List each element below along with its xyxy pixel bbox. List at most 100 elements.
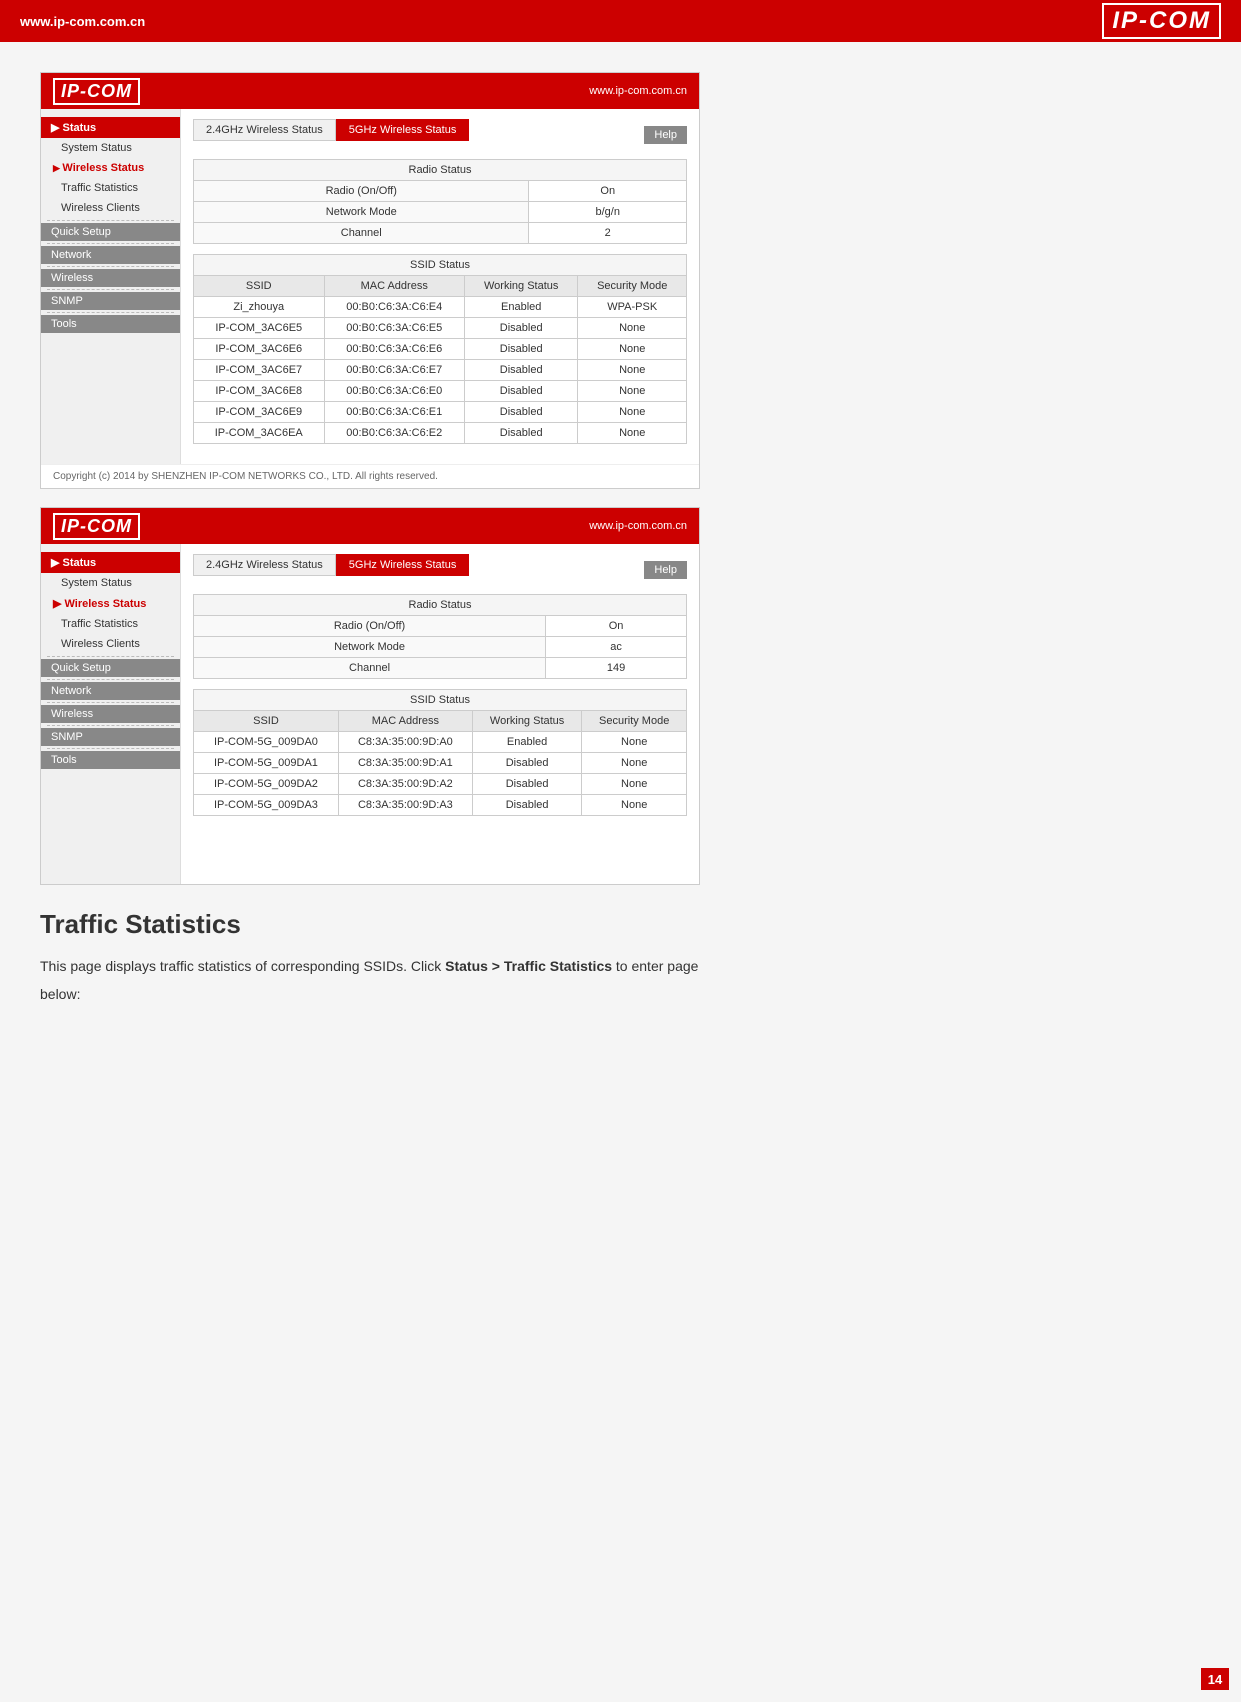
panel-header-1: IP-COM www.ip-com.com.cn [41, 73, 699, 109]
header-url: www.ip-com.com.cn [20, 14, 145, 29]
sidebar-wireless-clients-2[interactable]: Wireless Clients [41, 634, 180, 654]
sidebar-status-2[interactable]: ▶ Status [41, 552, 180, 573]
sidebar-network-2[interactable]: Network [41, 682, 180, 700]
sidebar-2: ▶ Status System Status ▶ Wireless Status… [41, 544, 181, 884]
panel-body-1: ▶ Status System Status Wireless Status T… [41, 109, 699, 464]
channel-value-1: 2 [529, 223, 687, 244]
sidebar-status-1[interactable]: ▶ Status [41, 117, 180, 138]
sidebar-wireless-status-1[interactable]: Wireless Status [41, 158, 180, 178]
sidebar-network-1[interactable]: Network [41, 246, 180, 264]
table-row: IP-COM_3AC6EA 00:B0:C6:3A:C6:E2 Disabled… [194, 423, 687, 444]
sidebar-divider-2c [47, 702, 174, 703]
sidebar-traffic-stats-1[interactable]: Traffic Statistics [41, 178, 180, 198]
page-description: This page displays traffic statistics of… [40, 952, 700, 1008]
sidebar-divider-1e [47, 312, 174, 313]
table-row: IP-COM_3AC6E5 00:B0:C6:3A:C6:E5 Disabled… [194, 318, 687, 339]
sidebar-snmp-2[interactable]: SNMP [41, 728, 180, 746]
desc-text-1: This page displays traffic statistics of… [40, 958, 445, 974]
panel-main-2: 2.4GHz Wireless Status 5GHz Wireless Sta… [181, 544, 699, 884]
sidebar-divider-2b [47, 679, 174, 680]
channel-value-2: 149 [546, 658, 687, 679]
security-col-header-2: Security Mode [582, 711, 687, 732]
radio-onoff-label-2: Radio (On/Off) [194, 616, 546, 637]
table-row: IP-COM_3AC6E7 00:B0:C6:3A:C6:E7 Disabled… [194, 360, 687, 381]
radio-onoff-value-1: On [529, 181, 687, 202]
sidebar-divider-2a [47, 656, 174, 657]
table-row: IP-COM-5G_009DA2 C8:3A:35:00:9D:A2 Disab… [194, 774, 687, 795]
channel-label-2: Channel [194, 658, 546, 679]
help-button-1[interactable]: Help [644, 126, 687, 144]
sidebar-divider-1d [47, 289, 174, 290]
page-number: 14 [1201, 1668, 1229, 1690]
tab-5ghz-2[interactable]: 5GHz Wireless Status [336, 554, 470, 576]
sidebar-wireless-1[interactable]: Wireless [41, 269, 180, 287]
working-col-header-1: Working Status [464, 276, 578, 297]
network-mode-label-1: Network Mode [194, 202, 529, 223]
sidebar-divider-2d [47, 725, 174, 726]
table-row: IP-COM-5G_009DA1 C8:3A:35:00:9D:A1 Disab… [194, 753, 687, 774]
ssid-status-table-2: SSID Status SSID MAC Address Working Sta… [193, 689, 687, 816]
copyright-1: Copyright (c) 2014 by SHENZHEN IP-COM NE… [41, 464, 699, 488]
page-section-title: Traffic Statistics [40, 909, 1201, 940]
sidebar-traffic-stats-2[interactable]: Traffic Statistics [41, 614, 180, 634]
router-panel-2: IP-COM www.ip-com.com.cn ▶ Status System… [40, 507, 700, 885]
sidebar-system-status-1[interactable]: System Status [41, 138, 180, 158]
radio-status-title-2: Radio Status [194, 595, 687, 616]
ssid-col-header-2: SSID [194, 711, 339, 732]
radio-status-table-1: Radio Status Radio (On/Off) On Network M… [193, 159, 687, 244]
tab-24ghz-2[interactable]: 2.4GHz Wireless Status [193, 554, 336, 576]
sidebar-divider-1b [47, 243, 174, 244]
tab-5ghz-1[interactable]: 5GHz Wireless Status [336, 119, 470, 141]
panel-logo-2: IP-COM [53, 513, 140, 540]
ssid-status-table-1: SSID Status SSID MAC Address Working Sta… [193, 254, 687, 444]
table-row: IP-COM_3AC6E9 00:B0:C6:3A:C6:E1 Disabled… [194, 402, 687, 423]
ssid-status-title-2: SSID Status [194, 690, 687, 711]
ssid-col-header-1: SSID [194, 276, 325, 297]
sidebar-wireless-status-2[interactable]: ▶ Wireless Status [41, 593, 180, 614]
top-header: www.ip-com.com.cn IP-COM [0, 0, 1241, 42]
help-button-2[interactable]: Help [644, 561, 687, 579]
table-row: Zi_zhouya 00:B0:C6:3A:C6:E4 Enabled WPA-… [194, 297, 687, 318]
sidebar-quick-setup-1[interactable]: Quick Setup [41, 223, 180, 241]
header-logo: IP-COM [1102, 3, 1221, 39]
table-row: IP-COM_3AC6E8 00:B0:C6:3A:C6:E0 Disabled… [194, 381, 687, 402]
panel-logo-1: IP-COM [53, 78, 140, 105]
page-content: IP-COM www.ip-com.com.cn ▶ Status System… [0, 42, 1241, 1702]
mac-col-header-2: MAC Address [338, 711, 472, 732]
channel-label-1: Channel [194, 223, 529, 244]
network-mode-value-2: ac [546, 637, 687, 658]
table-row: IP-COM-5G_009DA3 C8:3A:35:00:9D:A3 Disab… [194, 795, 687, 816]
sidebar-1: ▶ Status System Status Wireless Status T… [41, 109, 181, 464]
sidebar-quick-setup-2[interactable]: Quick Setup [41, 659, 180, 677]
sidebar-divider-1c [47, 266, 174, 267]
desc-bold: Status > Traffic Statistics [445, 958, 612, 974]
panel-url-1: www.ip-com.com.cn [589, 85, 687, 97]
panel-header-2: IP-COM www.ip-com.com.cn [41, 508, 699, 544]
panel-main-1: 2.4GHz Wireless Status 5GHz Wireless Sta… [181, 109, 699, 464]
working-col-header-2: Working Status [472, 711, 582, 732]
sidebar-divider-2e [47, 748, 174, 749]
tab-24ghz-1[interactable]: 2.4GHz Wireless Status [193, 119, 336, 141]
table-row: IP-COM_3AC6E6 00:B0:C6:3A:C6:E6 Disabled… [194, 339, 687, 360]
radio-onoff-value-2: On [546, 616, 687, 637]
sidebar-divider-1a [47, 220, 174, 221]
panel-body-2: ▶ Status System Status ▶ Wireless Status… [41, 544, 699, 884]
network-mode-label-2: Network Mode [194, 637, 546, 658]
radio-onoff-label-1: Radio (On/Off) [194, 181, 529, 202]
sidebar-tools-1[interactable]: Tools [41, 315, 180, 333]
ssid-status-title-1: SSID Status [194, 255, 687, 276]
sidebar-tools-2[interactable]: Tools [41, 751, 180, 769]
radio-status-table-2: Radio Status Radio (On/Off) On Network M… [193, 594, 687, 679]
sidebar-system-status-2[interactable]: System Status [41, 573, 180, 593]
radio-status-title-1: Radio Status [194, 160, 687, 181]
mac-col-header-1: MAC Address [324, 276, 464, 297]
sidebar-wireless-2[interactable]: Wireless [41, 705, 180, 723]
router-panel-1: IP-COM www.ip-com.com.cn ▶ Status System… [40, 72, 700, 489]
sidebar-wireless-clients-1[interactable]: Wireless Clients [41, 198, 180, 218]
tab-bar-1: 2.4GHz Wireless Status 5GHz Wireless Sta… [193, 119, 469, 141]
security-col-header-1: Security Mode [578, 276, 687, 297]
network-mode-value-1: b/g/n [529, 202, 687, 223]
panel-url-2: www.ip-com.com.cn [589, 520, 687, 532]
tab-bar-2: 2.4GHz Wireless Status 5GHz Wireless Sta… [193, 554, 469, 576]
sidebar-snmp-1[interactable]: SNMP [41, 292, 180, 310]
